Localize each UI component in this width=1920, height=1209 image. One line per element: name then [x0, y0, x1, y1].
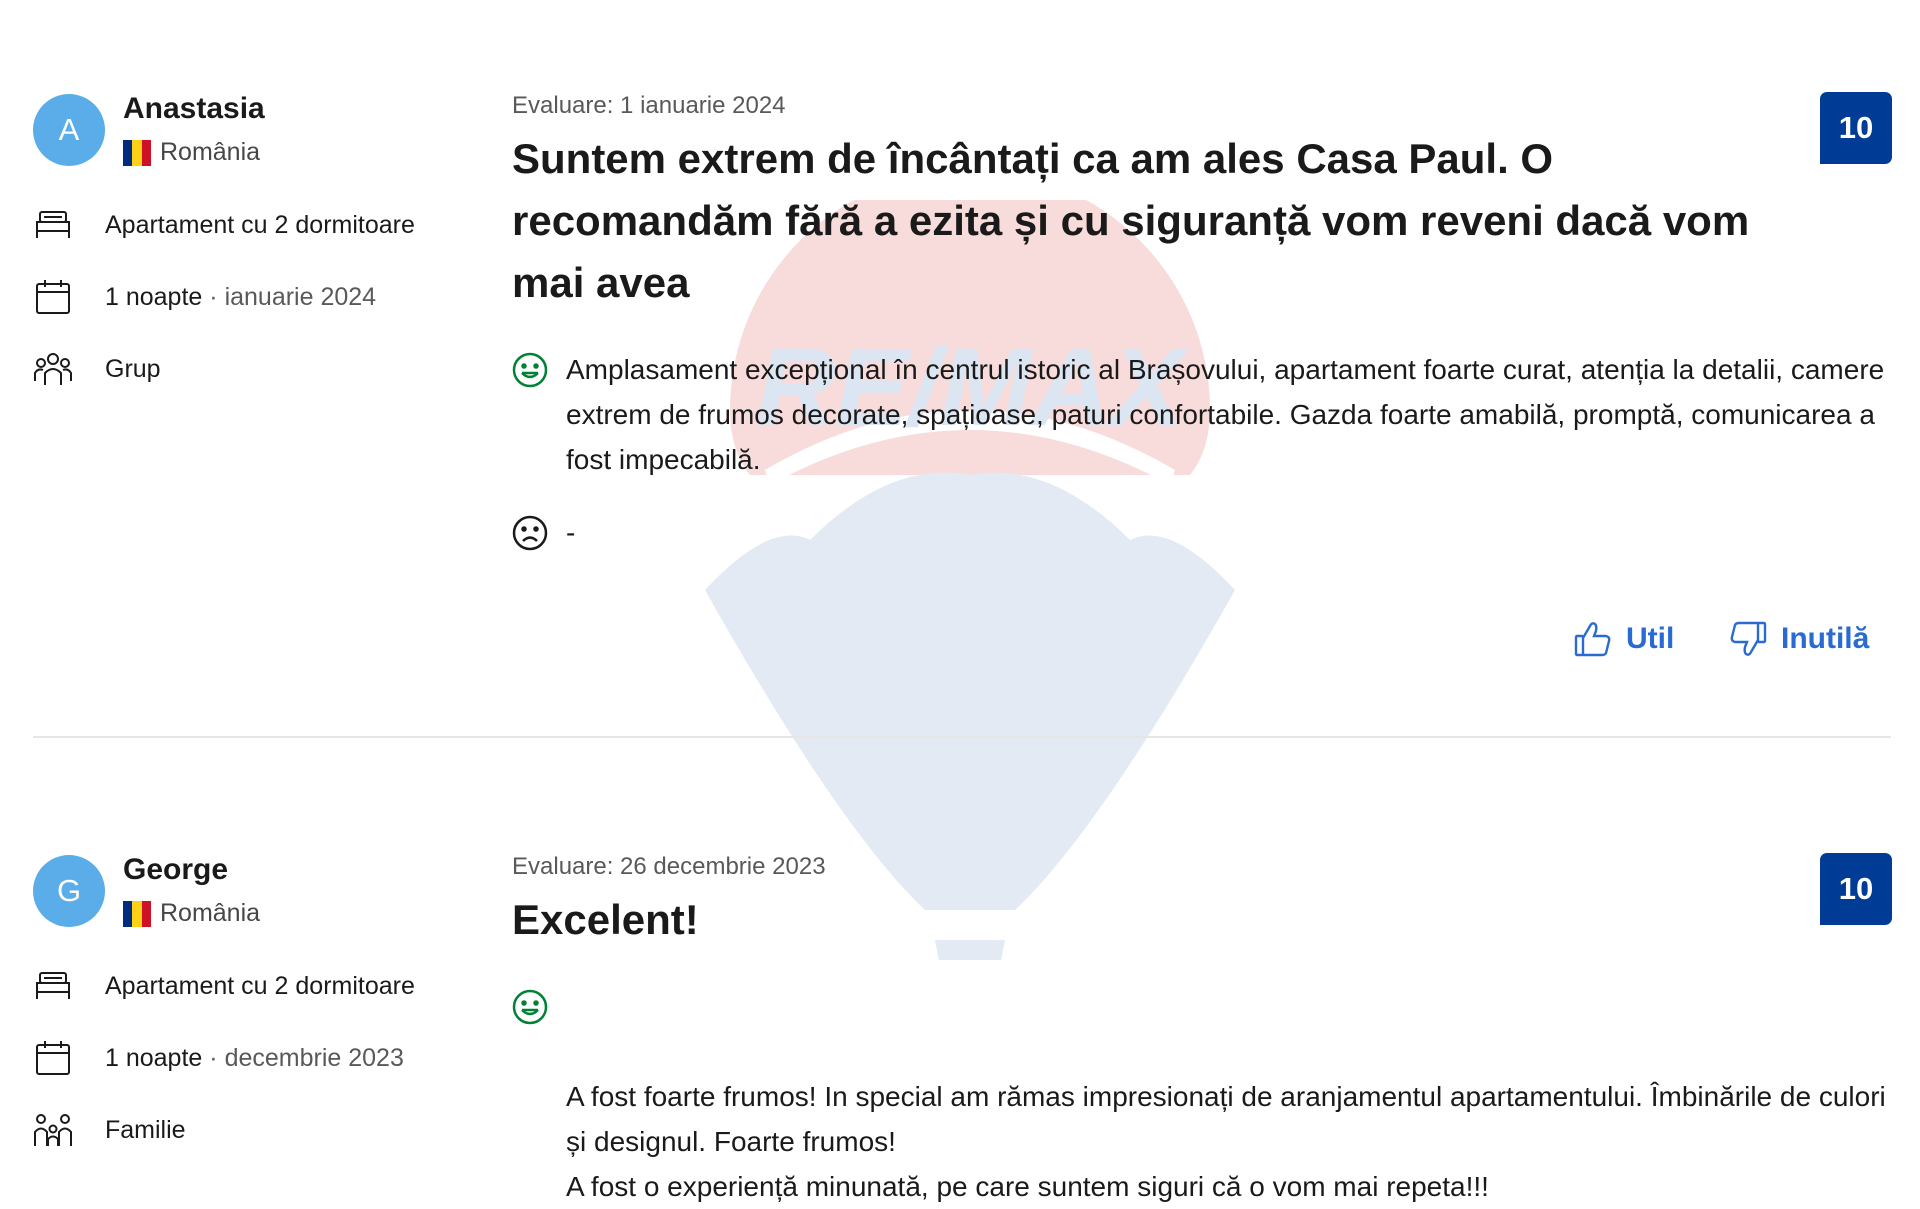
- stay-month: decembrie 2023: [224, 1043, 404, 1072]
- review-title: Suntem extrem de încântați ca am ales Ca…: [512, 135, 1750, 306]
- stay-info: 1 noapte · decembrie 2023: [33, 1040, 404, 1076]
- thumbs-up-icon: [1574, 622, 1611, 657]
- group-icon: [33, 351, 73, 387]
- avatar: A: [33, 94, 105, 166]
- stay-nights: 1 noapte: [105, 282, 203, 311]
- guest-country: România: [123, 899, 260, 928]
- negative-comment: -: [512, 510, 1896, 555]
- unhelpful-label: Inutilă: [1781, 622, 1870, 655]
- calendar-icon: [33, 279, 73, 315]
- positive-text: Amplasament excepțional în centrul istor…: [566, 354, 1885, 475]
- traveler-type-label: Familie: [105, 1115, 186, 1144]
- room-type: Apartament cu 2 dormitoare: [33, 207, 415, 243]
- review-score: 10: [1820, 853, 1892, 925]
- positive-comment: Amplasament excepțional în centrul istor…: [512, 347, 1896, 482]
- traveler-type: Grup: [33, 351, 161, 387]
- review-title: Excelent!: [512, 896, 699, 943]
- helpful-label: Util: [1626, 622, 1675, 655]
- negative-text: -: [566, 517, 576, 548]
- guest-name: George: [123, 853, 229, 886]
- romania-flag-icon: [123, 900, 151, 927]
- room-name: Apartament cu 2 dormitoare: [105, 210, 415, 239]
- smile-icon: [512, 352, 548, 388]
- thumbs-down-icon: [1730, 621, 1767, 656]
- romania-flag-icon: [123, 139, 151, 166]
- stay-separator: ·: [209, 1043, 218, 1072]
- guest-name: Anastasia: [123, 92, 265, 125]
- review-divider: [33, 736, 1891, 738]
- review-content: Evaluare: 1 ianuarie 2024 Suntem extrem …: [512, 92, 1892, 555]
- frown-icon: [512, 515, 548, 551]
- stay-info: 1 noapte · ianuarie 2024: [33, 279, 376, 315]
- stay-nights: 1 noapte: [105, 1043, 203, 1072]
- smile-icon: [512, 989, 548, 1025]
- guest-country: România: [123, 138, 260, 167]
- helpful-button[interactable]: Util: [1574, 620, 1674, 658]
- positive-text: A fost foarte frumos! In special am răma…: [566, 1081, 1886, 1202]
- stay-separator: ·: [209, 282, 218, 311]
- positive-comment: A fost foarte frumos! In special am răma…: [512, 984, 1896, 1209]
- calendar-icon: [33, 1040, 73, 1076]
- traveler-type-label: Grup: [105, 354, 161, 383]
- unhelpful-button[interactable]: Inutilă: [1729, 620, 1869, 658]
- review-score: 10: [1820, 92, 1892, 164]
- review-content: Evaluare: 26 decembrie 2023 Excelent! A …: [512, 853, 1892, 1209]
- traveler-type: Familie: [33, 1112, 186, 1148]
- room-type: Apartament cu 2 dormitoare: [33, 968, 415, 1004]
- stay-month: ianuarie 2024: [224, 282, 377, 311]
- review-date: Evaluare: 26 decembrie 2023: [512, 853, 826, 880]
- country-name: România: [160, 899, 261, 927]
- review-date: Evaluare: 1 ianuarie 2024: [512, 92, 786, 119]
- bed-icon: [33, 207, 73, 243]
- avatar: G: [33, 855, 105, 927]
- country-name: România: [160, 138, 261, 166]
- bed-icon: [33, 968, 73, 1004]
- room-name: Apartament cu 2 dormitoare: [105, 971, 415, 1000]
- family-icon: [33, 1112, 73, 1148]
